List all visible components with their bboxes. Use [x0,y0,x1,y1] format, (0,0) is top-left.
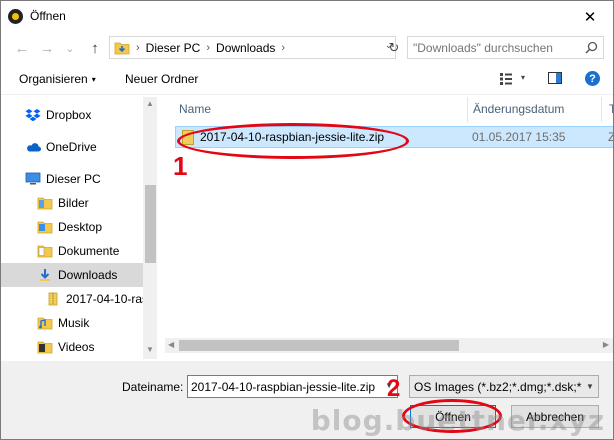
cloud-icon [27,143,41,152]
sort-ascending-icon: ⌃ [315,97,323,103]
sidebar-item-label: 2017-04-10-ras [66,292,143,306]
sidebar-scrollbar[interactable]: ▲ ▼ [143,97,157,359]
downloads-folder-icon [114,41,130,55]
sidebar-item-label: Bilder [58,196,89,210]
view-options-icon[interactable] [499,72,513,86]
window-title: Öffnen [30,9,66,23]
title-bar: Öffnen ✕ [1,1,613,32]
address-bar[interactable]: › Dieser PC › Downloads › ⌄ [109,36,396,59]
breadcrumb-separator-icon: › [136,41,140,54]
new-folder-button[interactable]: Neuer Ordner [125,72,198,86]
navigation-bar: ← → ⌄ ↑ › Dieser PC › Downloads › ⌄ ↻ [1,32,613,64]
sidebar-item-onedrive[interactable]: OneDrive [1,135,143,159]
search-box[interactable] [407,36,604,59]
sidebar-item-label: Dropbox [46,108,92,122]
horizontal-scrollbar[interactable]: ◀ ▶ [165,338,613,353]
documents-folder-icon [37,245,53,258]
search-input[interactable] [408,37,578,58]
sidebar-item-videos[interactable]: Videos [1,335,143,359]
column-divider[interactable] [601,97,602,122]
scroll-left-arrow-icon[interactable]: ◀ [168,340,174,349]
highlight-ellipse-file [177,123,409,159]
view-dropdown-caret-icon[interactable]: ▾ [521,73,525,82]
music-folder-icon [37,317,53,330]
file-date: 01.05.2017 15:35 [472,130,566,144]
step-number-2: 2 [387,375,401,402]
sidebar-item-downloads[interactable]: Downloads [1,263,143,287]
sidebar-item-label: Videos [58,340,95,354]
file-type-select[interactable]: OS Images (*.bz2;*.dmg;*.dsk;*.e ▼ [409,375,599,398]
downloads-folder-icon [40,269,50,281]
search-icon [585,41,598,54]
filename-combobox[interactable]: ▼ [187,375,398,398]
app-icon [8,9,23,24]
scrollbar-thumb[interactable] [179,340,459,351]
organize-label: Organisieren [19,72,88,86]
sidebar-item-label: OneDrive [46,140,97,154]
navigation-pane: Dropbox OneDrive Dieser PC Bilder Deskto… [1,97,157,359]
dropbox-icon [25,109,41,122]
column-type[interactable]: T [609,102,613,116]
dropdown-caret-icon: ▾ [91,75,96,85]
help-icon[interactable]: ? [585,71,600,86]
sidebar-item-documents[interactable]: Dokumente [1,239,143,263]
command-bar: Organisieren ▾ Neuer Ordner ▾ ? [1,64,613,95]
sidebar-item-zip-archive[interactable]: 2017-04-10-ras [1,287,143,311]
scroll-up-arrow-icon[interactable]: ▲ [146,99,154,108]
desktop-folder-icon [37,221,53,234]
breadcrumb-downloads[interactable]: Downloads [216,41,275,55]
open-file-dialog: Öffnen ✕ ← → ⌄ ↑ › Dieser PC › Downloads… [0,0,614,440]
pictures-folder-icon [37,197,53,210]
scroll-down-arrow-icon[interactable]: ▼ [146,345,154,354]
breadcrumb-separator-icon: › [206,41,211,54]
column-name[interactable]: Name [179,102,211,116]
zip-folder-icon [48,292,58,306]
sidebar-item-label: Musik [58,316,90,330]
back-arrow-icon[interactable]: ← [11,38,33,58]
sidebar-item-label: Downloads [58,268,118,282]
breadcrumb-separator-icon: › [281,41,286,54]
column-header: ⌃ Name Änderungsdatum T [165,97,613,122]
recent-locations-chevron-icon[interactable]: ⌄ [59,38,81,58]
breadcrumb-this-pc[interactable]: Dieser PC [146,41,201,55]
sidebar-item-dropbox[interactable]: Dropbox [1,103,143,127]
watermark: blog.buettner.xyz [310,404,605,437]
dropdown-caret-icon[interactable]: ▼ [582,376,598,397]
sidebar-item-label: Desktop [58,220,103,234]
scrollbar-thumb[interactable] [145,185,156,263]
sidebar-item-desktop[interactable]: Desktop [1,215,143,239]
filename-input[interactable] [188,376,378,397]
step-number-1: 1 [173,151,188,181]
sidebar-item-this-pc[interactable]: Dieser PC [1,167,143,191]
file-type-value: OS Images (*.bz2;*.dmg;*.dsk;*.e [414,380,592,394]
forward-arrow-icon[interactable]: → [36,38,58,58]
refresh-icon[interactable]: ↻ [384,36,404,59]
preview-pane-icon[interactable] [548,72,562,84]
sidebar-item-label: Dieser PC [46,172,101,186]
close-button[interactable]: ✕ [567,1,613,32]
up-arrow-icon[interactable]: ↑ [84,38,106,58]
file-type: Z [608,130,613,144]
organize-menu-button[interactable]: Organisieren ▾ [19,72,96,86]
column-divider[interactable] [467,97,468,122]
videos-folder-icon [37,341,53,354]
sidebar-item-music[interactable]: Musik [1,311,143,335]
sidebar-item-label: Dokumente [58,244,120,258]
scroll-right-arrow-icon[interactable]: ▶ [603,340,609,349]
computer-icon [25,172,41,185]
sidebar-item-pictures[interactable]: Bilder [1,191,143,215]
filename-label: Dateiname: [122,380,184,394]
column-date-modified[interactable]: Änderungsdatum [473,102,564,116]
